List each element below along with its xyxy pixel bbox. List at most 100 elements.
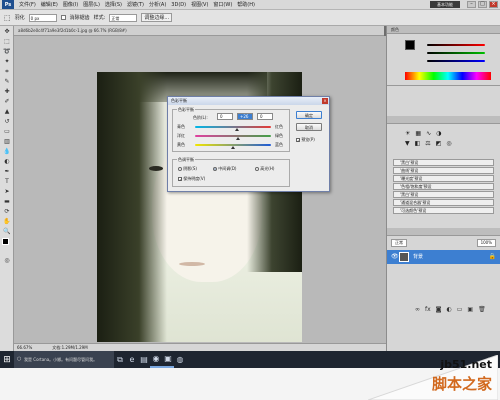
menu-analysis[interactable]: 分析(A): [149, 1, 166, 8]
preset-item[interactable]: '通道混合器'预设: [393, 199, 494, 206]
folder-icon[interactable]: ▭: [457, 306, 463, 313]
menu-help[interactable]: 帮助(H): [237, 1, 255, 8]
adjustments-panel-tab[interactable]: [387, 116, 500, 124]
menu-image[interactable]: 图像(I): [63, 1, 78, 8]
fx-icon[interactable]: fx: [425, 306, 431, 313]
curves-icon[interactable]: ∿: [426, 130, 431, 137]
tone-shadows-option[interactable]: 阴影(S): [178, 166, 197, 172]
close-button[interactable]: ×: [489, 1, 498, 8]
balance-icon[interactable]: ⚖: [425, 140, 430, 147]
zoom-tool-icon[interactable]: 🔍: [2, 227, 12, 236]
levels-icon[interactable]: ▦: [415, 130, 421, 137]
hue-icon[interactable]: ◧: [415, 140, 421, 147]
history-brush-icon[interactable]: ↺: [2, 117, 12, 126]
blend-mode-select[interactable]: 正常: [391, 239, 407, 247]
brightness-icon[interactable]: ☀: [405, 130, 410, 137]
levels-cyan-red-input[interactable]: 0: [217, 113, 233, 120]
dodge-tool-icon[interactable]: ◐: [2, 157, 12, 166]
hand-tool-icon[interactable]: ✋: [2, 217, 12, 226]
menu-file[interactable]: 文件(F): [19, 1, 36, 8]
app-icon[interactable]: ◍: [174, 351, 186, 368]
mask-icon[interactable]: ◙: [436, 306, 442, 313]
checkbox-checked-icon[interactable]: ✓: [178, 177, 182, 182]
cyan-red-slider[interactable]: [195, 126, 271, 128]
color-swatches[interactable]: [2, 238, 12, 254]
preview-option[interactable]: ✓ 预览(P): [296, 137, 315, 143]
eraser-icon[interactable]: ▭: [2, 127, 12, 136]
tone-midtones-option[interactable]: 中间调(D): [213, 166, 236, 172]
refine-edge-button[interactable]: 调整边缘...: [141, 13, 173, 22]
healing-brush-icon[interactable]: ✚: [2, 87, 12, 96]
magenta-green-slider[interactable]: [195, 135, 271, 137]
brush-tool-icon[interactable]: ✐: [2, 97, 12, 106]
adjust-layer-icon[interactable]: ◐: [447, 306, 452, 313]
checkbox-checked-icon[interactable]: ✓: [296, 138, 300, 143]
browser-icon[interactable]: ◉: [150, 351, 162, 368]
menu-window[interactable]: 窗口(W): [213, 1, 232, 8]
eye-visibility-icon[interactable]: 👁: [391, 253, 399, 261]
maximize-button[interactable]: □: [478, 1, 487, 8]
photoshop-taskbar-icon[interactable]: ▣: [162, 351, 174, 368]
trash-icon[interactable]: 🗑: [478, 306, 486, 313]
link-icon[interactable]: ∞: [415, 306, 420, 313]
pen-tool-icon[interactable]: ✒: [2, 167, 12, 176]
document-tab[interactable]: a8d6b2e0c4f71a9e3f2d1b0c-1.jpg @ 66.7% (…: [14, 26, 384, 36]
exposure-icon[interactable]: ◑: [436, 130, 441, 137]
color-ramp[interactable]: [405, 72, 491, 80]
preset-item[interactable]: '曲线'预设: [393, 167, 494, 174]
type-tool-icon[interactable]: T: [2, 177, 12, 186]
green-channel-slider[interactable]: [427, 52, 485, 54]
radio-selected-icon[interactable]: [213, 167, 217, 171]
minimize-button[interactable]: –: [467, 1, 476, 8]
preset-item[interactable]: '黑白'预设: [393, 191, 494, 198]
photo-filter-icon[interactable]: ◎: [446, 140, 451, 147]
layers-panel-tab[interactable]: [387, 228, 500, 236]
3d-rotate-icon[interactable]: ⟳: [2, 207, 12, 216]
magenta-green-slider-handle[interactable]: [236, 137, 241, 140]
preset-item[interactable]: '色相/饱和度'预设: [393, 183, 494, 190]
preset-item[interactable]: '黑白'预设: [393, 159, 494, 166]
menu-3d[interactable]: 3D(D): [171, 2, 186, 8]
edge-icon[interactable]: e: [126, 351, 138, 368]
fg-swatch[interactable]: [405, 40, 415, 50]
windows-start-icon[interactable]: ⊞: [0, 351, 14, 368]
task-view-icon[interactable]: ⧉: [114, 351, 126, 368]
radio-icon[interactable]: [178, 167, 182, 171]
red-channel-slider[interactable]: [427, 44, 485, 46]
workspace-switcher[interactable]: 基本功能: [430, 1, 460, 8]
dialog-titlebar[interactable]: 色彩平衡 ×: [168, 97, 329, 105]
bw-icon[interactable]: ◩: [436, 140, 442, 147]
color-panel-tab[interactable]: 颜色: [387, 26, 500, 34]
lasso-tool-icon[interactable]: ➰: [2, 47, 12, 56]
zoom-level[interactable]: 66.67%: [17, 344, 32, 351]
clone-stamp-icon[interactable]: ▲: [2, 107, 12, 116]
style-select[interactable]: 正常: [109, 13, 138, 22]
shape-tool-icon[interactable]: ▬: [2, 197, 12, 206]
tone-highlights-option[interactable]: 高光(H): [255, 166, 274, 172]
crop-tool-icon[interactable]: ⌗: [2, 67, 12, 76]
eyedropper-icon[interactable]: ✎: [2, 77, 12, 86]
preset-item[interactable]: '可选颜色'预设: [393, 207, 494, 214]
menu-layer[interactable]: 图层(L): [83, 1, 100, 8]
blue-channel-slider[interactable]: [427, 60, 485, 62]
levels-magenta-green-input[interactable]: +26: [237, 113, 253, 120]
cancel-button[interactable]: 取消: [296, 123, 322, 131]
marquee-tool-icon[interactable]: ⬚: [4, 14, 11, 22]
gradient-icon[interactable]: ▥: [2, 137, 12, 146]
opacity-input[interactable]: 100%: [476, 239, 496, 247]
menu-select[interactable]: 选择(S): [105, 1, 122, 8]
cyan-red-slider-handle[interactable]: [234, 128, 239, 131]
vibrance-icon[interactable]: ▼: [405, 140, 410, 147]
cortana-search-box[interactable]: ○ 我是 Cortana。小娜。有问题尽管问我。: [14, 351, 114, 368]
layer-row-background[interactable]: 👁 背景 🔒: [387, 250, 500, 264]
dialog-close-icon[interactable]: ×: [322, 98, 328, 104]
ok-button[interactable]: 确定: [296, 111, 322, 119]
preset-item[interactable]: '曝光度'预设: [393, 175, 494, 182]
blur-tool-icon[interactable]: 💧: [2, 147, 12, 156]
marquee-tool-icon[interactable]: ⬚: [2, 37, 12, 46]
radio-icon[interactable]: [255, 167, 259, 171]
menu-edit[interactable]: 编辑(E): [41, 1, 58, 8]
menu-view[interactable]: 视图(V): [191, 1, 208, 8]
menu-filter[interactable]: 滤镜(T): [127, 1, 144, 8]
path-select-icon[interactable]: ➤: [2, 187, 12, 196]
